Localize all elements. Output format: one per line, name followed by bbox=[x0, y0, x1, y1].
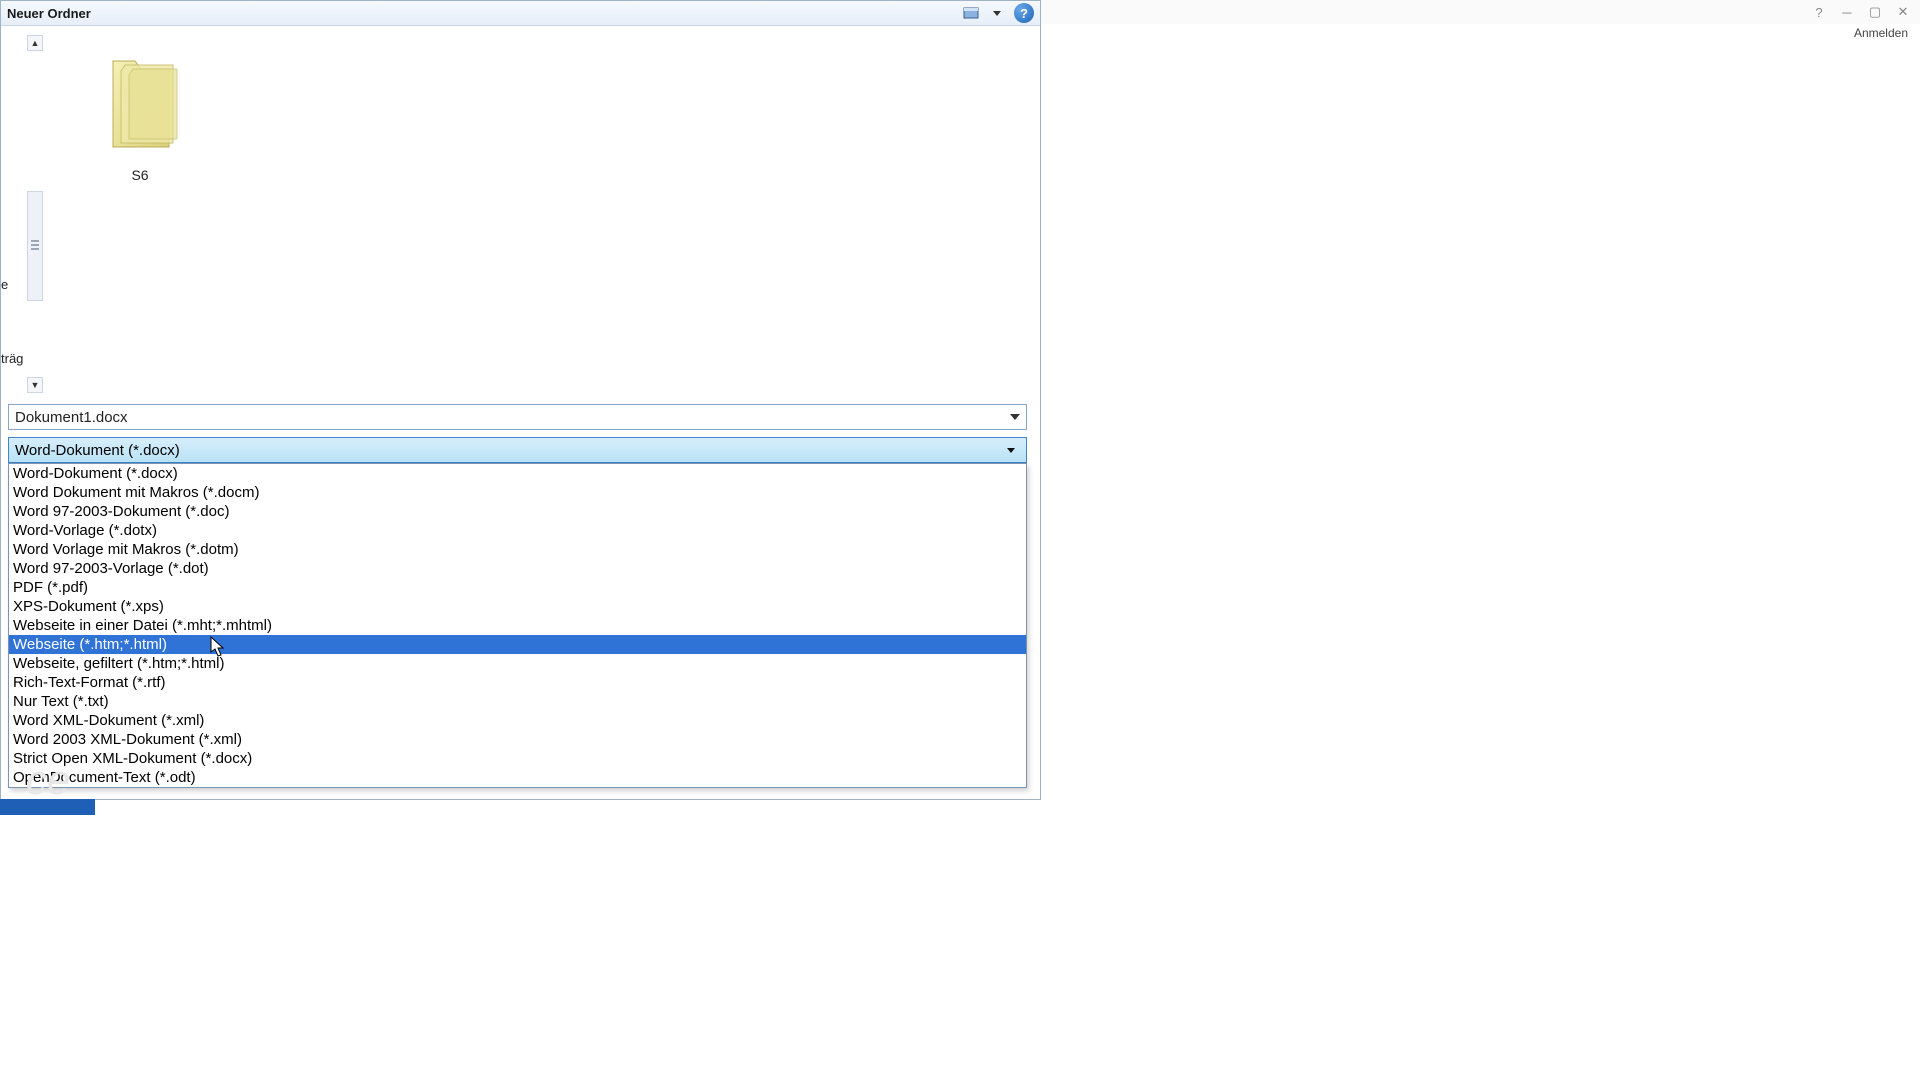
scroll-up-button[interactable]: ▲ bbox=[27, 35, 43, 51]
file-browser[interactable]: ▲ ▼ S6 bbox=[45, 31, 1036, 389]
view-mode-dropdown[interactable] bbox=[986, 4, 1008, 22]
restore-button[interactable]: ▢ bbox=[1868, 5, 1882, 19]
parent-help-icon[interactable]: ? bbox=[1812, 5, 1826, 19]
tree-splitter-handle[interactable] bbox=[27, 191, 43, 301]
filetype-option[interactable]: Webseite (*.htm;*.html) bbox=[9, 635, 1026, 654]
filetype-selected: Word-Dokument (*.docx) bbox=[15, 442, 180, 459]
chevron-down-icon bbox=[1007, 448, 1015, 453]
filetype-option[interactable]: Word Vorlage mit Makros (*.dotm) bbox=[9, 540, 1026, 559]
save-as-dialog: Neuer Ordner ? ▲ ▼ bbox=[0, 0, 1041, 800]
filetype-listbox[interactable]: Word-Dokument (*.docx)Word Dokument mit … bbox=[8, 463, 1027, 788]
folder-item[interactable]: S6 bbox=[80, 43, 200, 183]
close-button[interactable]: ✕ bbox=[1896, 5, 1910, 19]
help-button[interactable]: ? bbox=[1014, 3, 1034, 23]
parent-window-controls: ? ─ ▢ ✕ bbox=[1041, 0, 1920, 24]
filetype-option[interactable]: Word 97-2003-Vorlage (*.dot) bbox=[9, 559, 1026, 578]
filetype-option[interactable]: Nur Text (*.txt) bbox=[9, 692, 1026, 711]
sign-in-link[interactable]: Anmelden bbox=[1854, 26, 1908, 40]
help-icon: ? bbox=[1020, 6, 1028, 21]
filetype-option[interactable]: XPS-Dokument (*.xps) bbox=[9, 597, 1026, 616]
minimize-button[interactable]: ─ bbox=[1840, 5, 1854, 19]
scroll-down-button[interactable]: ▼ bbox=[27, 377, 43, 393]
filename-combobox[interactable]: Dokument1.docx bbox=[8, 404, 1027, 430]
chevron-down-icon bbox=[1010, 414, 1020, 420]
filetype-dropdown-button[interactable] bbox=[1002, 440, 1020, 460]
filetype-option[interactable]: Word-Vorlage (*.dotx) bbox=[9, 521, 1026, 540]
filetype-option[interactable]: OpenDocument-Text (*.odt) bbox=[9, 768, 1026, 787]
chevron-down-icon bbox=[993, 11, 1001, 16]
tree-fragment-text: e bbox=[1, 277, 8, 292]
titlebar: Neuer Ordner ? bbox=[1, 1, 1040, 26]
filetype-option[interactable]: Strict Open XML-Dokument (*.docx) bbox=[9, 749, 1026, 768]
filetype-option[interactable]: Word 97-2003-Dokument (*.doc) bbox=[9, 502, 1026, 521]
filetype-option[interactable]: Webseite in einer Datei (*.mht;*.mhtml) bbox=[9, 616, 1026, 635]
filetype-option[interactable]: Word Dokument mit Makros (*.docm) bbox=[9, 483, 1026, 502]
taskbar-fragment bbox=[0, 799, 95, 815]
folder-icon bbox=[95, 43, 185, 163]
filetype-combobox[interactable]: Word-Dokument (*.docx) bbox=[8, 437, 1027, 463]
folder-label: S6 bbox=[80, 167, 200, 183]
filetype-option[interactable]: Webseite, gefiltert (*.htm;*.html) bbox=[9, 654, 1026, 673]
filetype-option[interactable]: Word 2003 XML-Dokument (*.xml) bbox=[9, 730, 1026, 749]
tree-fragment-text: träg bbox=[1, 351, 23, 366]
filetype-option[interactable]: Word-Dokument (*.docx) bbox=[9, 464, 1026, 483]
filetype-option[interactable]: Word XML-Dokument (*.xml) bbox=[9, 711, 1026, 730]
view-mode-button[interactable] bbox=[960, 4, 982, 22]
window-title: Neuer Ordner bbox=[7, 6, 956, 21]
filename-value: Dokument1.docx bbox=[15, 409, 128, 426]
filetype-option[interactable]: PDF (*.pdf) bbox=[9, 578, 1026, 597]
watermark: ce bbox=[26, 756, 70, 804]
filetype-option[interactable]: Rich-Text-Format (*.rtf) bbox=[9, 673, 1026, 692]
